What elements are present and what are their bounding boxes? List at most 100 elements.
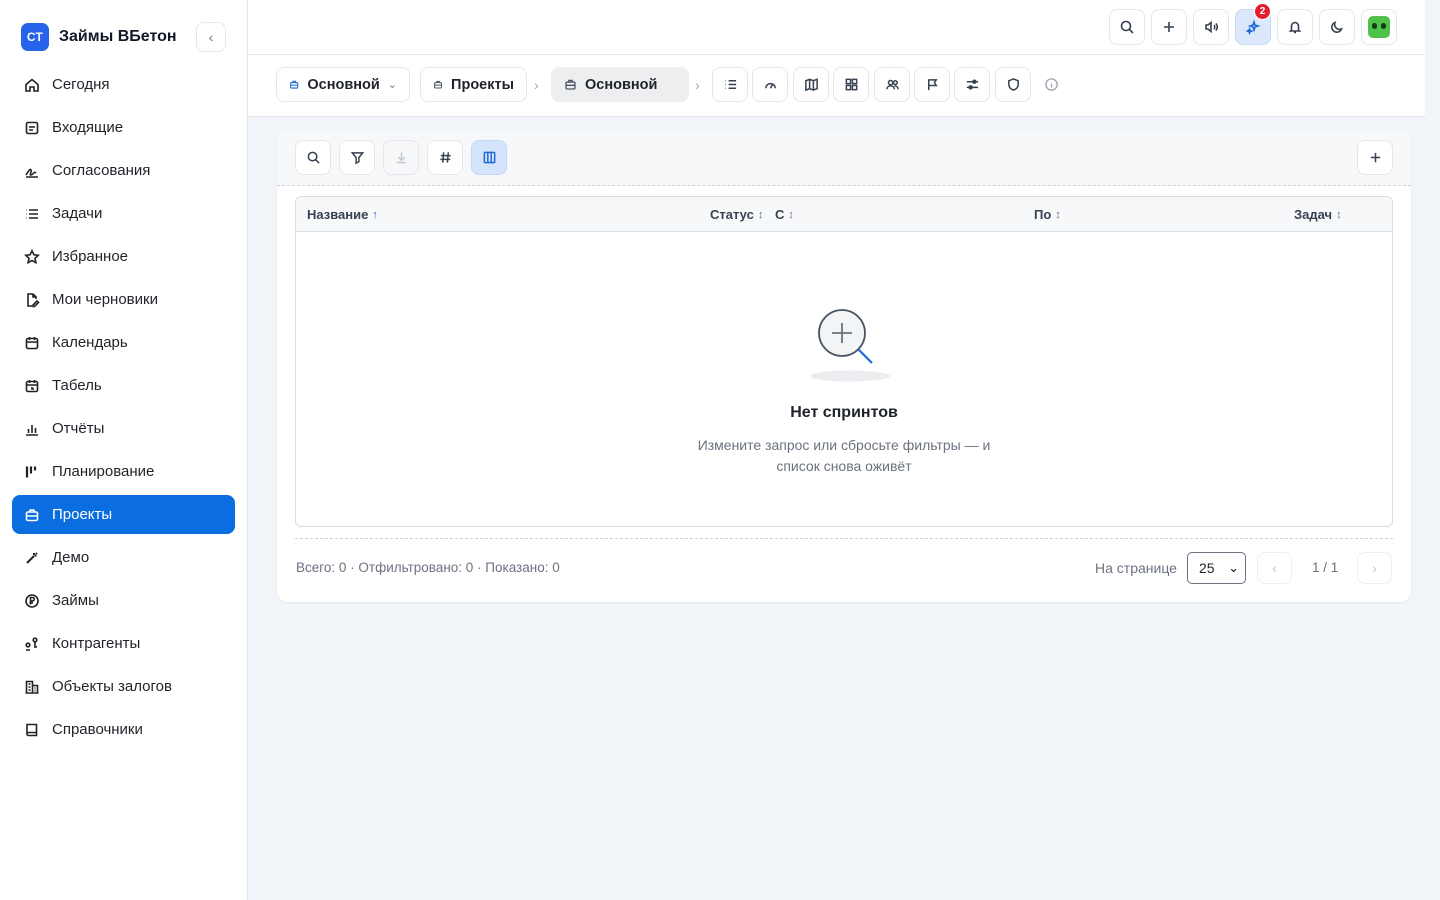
- sidebar-item-loans[interactable]: Займы: [12, 581, 235, 620]
- workspace-selector[interactable]: Основной ⌄: [276, 67, 410, 102]
- sort-icon: ↕: [757, 208, 764, 221]
- sidebar-item-demo[interactable]: Демо: [12, 538, 235, 577]
- prev-page-button[interactable]: ‹: [1257, 552, 1292, 584]
- avatar: [1368, 16, 1390, 38]
- column-header-name[interactable]: Название ↑: [307, 207, 378, 222]
- global-search-button[interactable]: [1109, 9, 1145, 45]
- sidebar-item-inbox[interactable]: Входящие: [12, 108, 235, 147]
- tab-members[interactable]: [874, 67, 910, 102]
- brand-logo: СТ: [21, 23, 49, 51]
- sidebar-item-label: Календарь: [52, 334, 128, 351]
- sidebar-item-timesheet[interactable]: Табель: [12, 366, 235, 405]
- sprints-card: Название ↑ Статус ↕ С ↕ По ↕ Задач ↕ Нет…: [277, 129, 1411, 602]
- sidebar-item-label: Отчёты: [52, 420, 105, 437]
- per-page-select[interactable]: 25 ⌄: [1187, 552, 1246, 584]
- columns-toggle-button[interactable]: [471, 140, 507, 175]
- chevron-right-icon: ›: [1372, 560, 1377, 576]
- column-label: Статус: [710, 207, 754, 222]
- breadcrumb-current-project[interactable]: Основной: [551, 67, 689, 102]
- column-label: С: [775, 207, 785, 222]
- sidebar-item-label: Займы: [52, 592, 99, 609]
- page-indicator: 1 / 1: [1312, 560, 1339, 575]
- column-label: Название: [307, 207, 369, 222]
- sidebar-item-reports[interactable]: Отчёты: [12, 409, 235, 448]
- sidebar-item-counterparties[interactable]: Контрагенты: [12, 624, 235, 663]
- sidebar-item-projects[interactable]: Проекты: [12, 495, 235, 534]
- tab-board[interactable]: [833, 67, 869, 102]
- filter-button[interactable]: [339, 140, 375, 175]
- sidebar-item-tasks[interactable]: Задачи: [12, 194, 235, 233]
- download-icon: [396, 152, 406, 164]
- timesheet-icon: [23, 377, 41, 395]
- add-sprint-button[interactable]: [1357, 140, 1393, 175]
- empty-search-illustration-icon: [810, 309, 890, 382]
- column-header-to[interactable]: По ↕: [1034, 207, 1061, 222]
- hash-icon: [439, 152, 451, 163]
- theme-toggle-button[interactable]: [1319, 9, 1355, 45]
- tab-roadmap[interactable]: [793, 67, 829, 102]
- sidebar-item-calendar[interactable]: Календарь: [12, 323, 235, 362]
- shield-icon: [1007, 78, 1019, 91]
- tab-dashboard[interactable]: [752, 67, 788, 102]
- empty-state: Нет спринтов Измените запрос или сбросьт…: [296, 232, 1392, 526]
- calendar-icon: [23, 334, 41, 352]
- sprints-table: Название ↑ Статус ↕ С ↕ По ↕ Задач ↕ Нет…: [295, 196, 1393, 527]
- breadcrumb-projects-label: Проекты: [451, 76, 514, 93]
- breadcrumb-projects[interactable]: Проекты: [420, 67, 527, 102]
- column-header-status[interactable]: Статус ↕: [710, 207, 763, 222]
- numbering-toggle-button[interactable]: [427, 140, 463, 175]
- chevron-right-icon: ›: [695, 77, 700, 93]
- sidebar-item-label: Избранное: [52, 248, 129, 265]
- ai-assistant-button[interactable]: 2: [1235, 3, 1271, 45]
- inbox-icon: [23, 119, 41, 137]
- sidebar-item-label: Объекты залогов: [52, 678, 172, 695]
- sidebar-item-label: Проекты: [52, 506, 113, 523]
- tab-security[interactable]: [995, 67, 1031, 102]
- sidebar-item-today[interactable]: Сегодня: [12, 65, 235, 104]
- sidebar-item-approvals[interactable]: Согласования: [12, 151, 235, 190]
- map-icon: [804, 78, 818, 92]
- export-button[interactable]: [383, 140, 419, 175]
- tab-settings[interactable]: [954, 67, 990, 102]
- flag-icon: [927, 79, 938, 91]
- chevron-left-icon: ‹: [208, 29, 214, 45]
- sidebar-item-planning[interactable]: Планирование: [12, 452, 235, 491]
- info-icon[interactable]: [1044, 77, 1059, 92]
- collapse-sidebar-button[interactable]: ‹: [196, 22, 226, 52]
- column-header-from[interactable]: С ↕: [775, 207, 794, 222]
- empty-state-description: Измените запрос или сбросьте фильтры — и…: [697, 437, 991, 474]
- sort-icon: ↕: [1336, 208, 1342, 221]
- create-button[interactable]: [1151, 9, 1187, 45]
- sidebar: СТ Займы ВБетон ‹ Сегодня Входящие Согла…: [0, 0, 248, 900]
- tab-list[interactable]: [712, 67, 748, 102]
- user-menu-button[interactable]: [1361, 9, 1397, 45]
- table-header: Название ↑ Статус ↕ С ↕ По ↕ Задач ↕: [296, 197, 1392, 232]
- sidebar-item-favorites[interactable]: Избранное: [12, 237, 235, 276]
- tab-milestones[interactable]: [914, 67, 950, 102]
- sidebar-item-drafts[interactable]: Мои черновики: [12, 280, 235, 319]
- footer-divider: [295, 538, 1393, 539]
- sidebar-item-collateral[interactable]: Объекты залогов: [12, 667, 235, 706]
- speaker-icon: [1205, 20, 1218, 34]
- brand[interactable]: СТ Займы ВБетон: [21, 23, 177, 51]
- draft-icon: [23, 291, 41, 309]
- list-icon: [23, 205, 41, 223]
- notification-badge: 2: [1254, 3, 1271, 20]
- announcements-button[interactable]: [1193, 9, 1229, 45]
- plus-icon: [1370, 152, 1380, 163]
- kanban-icon: [23, 463, 41, 481]
- notifications-button[interactable]: [1277, 9, 1313, 45]
- sidebar-item-label: Планирование: [52, 463, 155, 480]
- column-header-tasks[interactable]: Задач ↕: [1294, 207, 1342, 222]
- sidebar-item-references[interactable]: Справочники: [12, 710, 235, 749]
- next-page-button[interactable]: ›: [1357, 552, 1392, 584]
- sort-icon: ↕: [1055, 208, 1061, 221]
- per-page-value: 25: [1199, 560, 1215, 576]
- bell-icon: [1288, 21, 1302, 34]
- search-button[interactable]: [295, 140, 331, 175]
- moon-icon: [1331, 21, 1343, 33]
- sidebar-item-label: Задачи: [52, 205, 103, 222]
- empty-state-title: Нет спринтов: [790, 404, 898, 421]
- sidebar-nav: Сегодня Входящие Согласования Задачи Изб…: [12, 65, 235, 753]
- briefcase-icon: [565, 79, 576, 90]
